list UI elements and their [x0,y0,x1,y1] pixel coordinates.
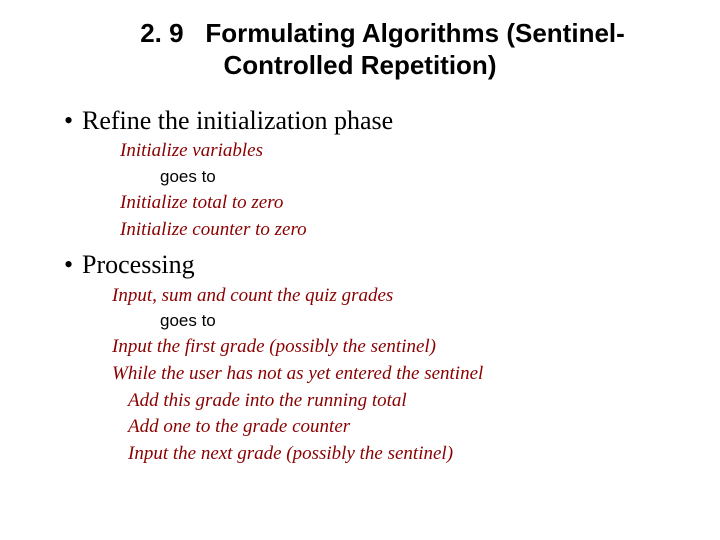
pseudocode-line: Input the first grade (possibly the sent… [64,335,664,360]
pseudocode-line: While the user has not as yet entered th… [64,362,664,387]
pseudocode-line: Initialize total to zero [64,191,664,216]
heading-inner: 2. 9 Formulating Algorithms (Sentinel- C… [60,18,660,81]
goes-to-label: goes to [64,166,664,189]
goes-to-label: goes to [64,310,664,333]
slide-body: •Refine the initialization phase Initial… [64,98,664,468]
bullet-dot-icon: • [64,248,82,281]
bullet-level1: •Processing [64,248,664,281]
pseudocode-line: Add one to the grade counter [64,415,664,440]
slide: 2. 9 Formulating Algorithms (Sentinel- C… [0,0,720,540]
bullet-level1: •Refine the initialization phase [64,104,664,137]
pseudocode-line: Add this grade into the running total [64,389,664,414]
bullet-text: Refine the initialization phase [82,106,393,135]
slide-heading: 2. 9 Formulating Algorithms (Sentinel- C… [0,18,720,81]
section-number: 2. 9 [95,18,198,50]
heading-title-line2: Controlled Repetition) [224,50,497,80]
pseudocode-line: Initialize variables [64,139,664,164]
bullet-dot-icon: • [64,104,82,137]
bullet-text: Processing [82,250,195,279]
pseudocode-line: Initialize counter to zero [64,218,664,243]
pseudocode-line: Input, sum and count the quiz grades [64,284,664,309]
pseudocode-line: Input the next grade (possibly the senti… [64,442,664,467]
heading-title-line1: Formulating Algorithms (Sentinel- [205,18,624,48]
